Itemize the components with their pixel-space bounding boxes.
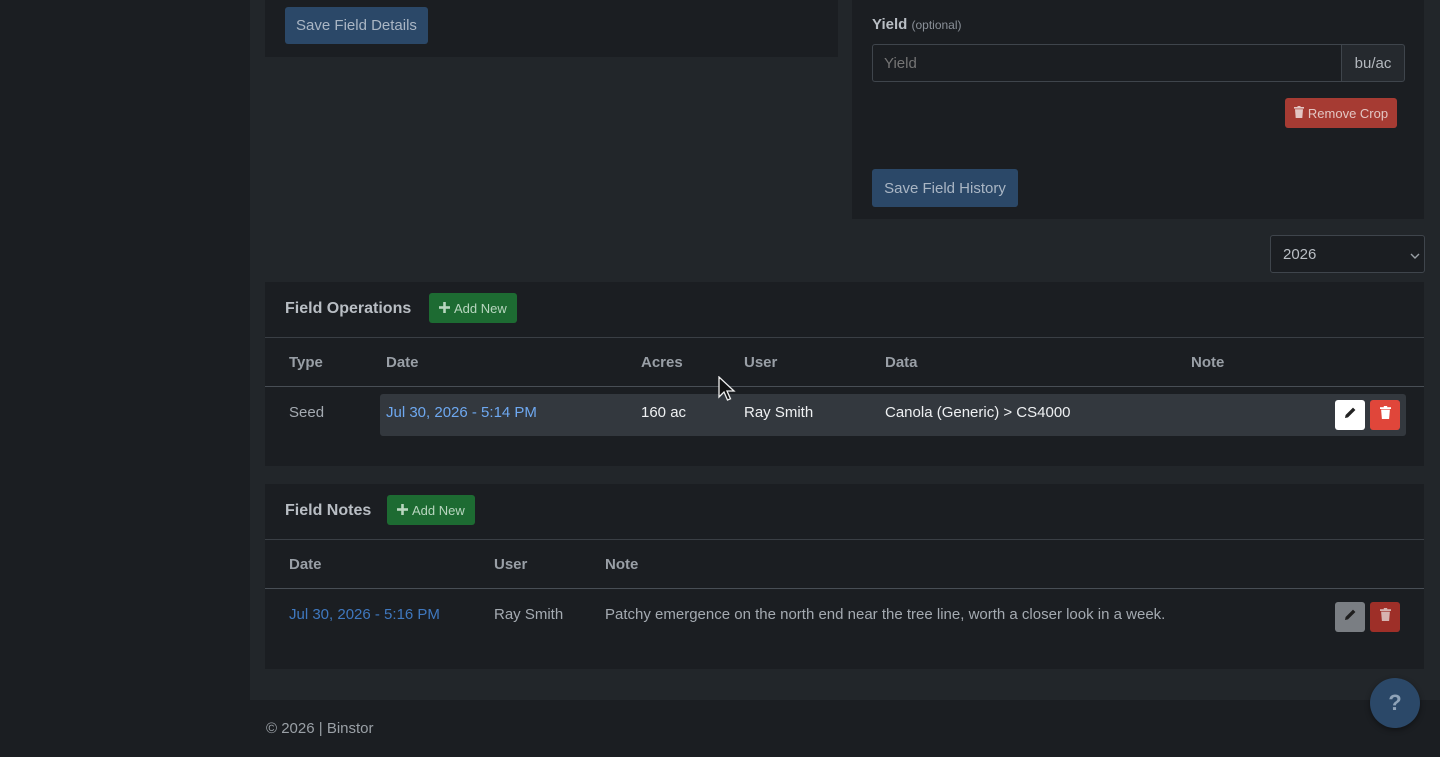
note-user: Ray Smith — [494, 606, 564, 623]
operations-header-user: User — [744, 354, 778, 371]
year-select-value: 2026 — [1283, 245, 1317, 263]
operations-header-data: Data — [885, 354, 918, 371]
trash-icon — [1293, 105, 1304, 121]
pencil-icon — [1344, 608, 1357, 626]
field-notes-title: Field Notes — [285, 502, 372, 519]
edit-operation-button[interactable] — [1335, 400, 1365, 430]
edit-note-button[interactable] — [1335, 602, 1365, 632]
yield-label: Yield (optional) — [872, 16, 962, 33]
notes-header-note: Note — [605, 556, 639, 573]
note-date-link[interactable]: Jul 30, 2026 - 5:16 PM — [289, 606, 440, 623]
save-field-details-button[interactable]: Save Field Details — [285, 7, 428, 44]
field-details-card: Save Field Details — [265, 0, 838, 57]
year-select[interactable]: 2026 — [1270, 235, 1425, 273]
yield-input[interactable] — [872, 44, 1342, 82]
operation-type: Seed — [289, 404, 325, 421]
question-mark-icon: ? — [1388, 690, 1402, 715]
chevron-down-icon — [1410, 248, 1420, 265]
operations-header-note: Note — [1191, 354, 1225, 371]
operation-date-link[interactable]: Jul 30, 2026 - 5:14 PM — [386, 404, 537, 421]
yield-unit-addon: bu/ac — [1341, 44, 1405, 82]
footer-text: © 2026 | Binstor — [266, 720, 374, 737]
add-note-button[interactable]: Add New — [387, 495, 475, 525]
notes-header-divider — [265, 588, 1424, 589]
mouse-cursor-icon — [718, 375, 736, 407]
field-operations-title: Field Operations — [285, 300, 412, 317]
note-text: Patchy emergence on the north end near t… — [605, 606, 1166, 623]
operation-acres: 160 ac — [641, 404, 687, 421]
operations-header-date: Date — [386, 354, 419, 371]
footer: © 2026 | Binstor — [250, 700, 1440, 757]
sidebar — [0, 0, 250, 757]
operations-header-divider — [265, 386, 1424, 387]
add-note-label: Add New — [412, 502, 465, 518]
field-history-card: Yield (optional) bu/ac Remove Crop Save … — [852, 0, 1424, 219]
trash-icon — [1379, 608, 1391, 626]
plus-icon — [439, 301, 450, 316]
table-row[interactable]: Jul 30, 2026 - 5:16 PM Ray Smith Patchy … — [265, 596, 1424, 638]
plus-icon — [397, 503, 408, 518]
save-field-history-button[interactable]: Save Field History — [872, 169, 1018, 207]
operations-header-type: Type — [289, 354, 323, 371]
delete-operation-button[interactable] — [1370, 400, 1400, 430]
operation-data: Canola (Generic) > CS4000 — [885, 404, 1071, 421]
operations-header-divider-top — [265, 337, 1424, 338]
yield-label-text: Yield — [872, 16, 908, 33]
add-operation-button[interactable]: Add New — [429, 293, 517, 323]
field-operations-card: Field Operations Add New Type Date Acres… — [265, 282, 1424, 466]
notes-header-divider-top — [265, 539, 1424, 540]
remove-crop-button[interactable]: Remove Crop — [1285, 98, 1397, 128]
notes-header-user: User — [494, 556, 528, 573]
remove-crop-label: Remove Crop — [1307, 105, 1389, 121]
operation-user: Ray Smith — [744, 404, 814, 421]
main-content: Save Field Details Yield (optional) bu/a… — [250, 0, 1440, 700]
notes-header-date: Date — [289, 556, 322, 573]
table-row[interactable]: Seed Jul 30, 2026 - 5:14 PM 160 ac Ray S… — [265, 394, 1424, 436]
field-notes-card: Field Notes Add New Date User Note Jul 3… — [265, 484, 1424, 669]
add-operation-label: Add New — [454, 300, 507, 316]
delete-note-button[interactable] — [1370, 602, 1400, 632]
help-button[interactable]: ? — [1370, 678, 1420, 728]
yield-optional-text: (optional) — [911, 18, 962, 32]
trash-icon — [1379, 406, 1391, 424]
pencil-icon — [1344, 406, 1357, 424]
operations-header-acres: Acres — [641, 354, 683, 371]
